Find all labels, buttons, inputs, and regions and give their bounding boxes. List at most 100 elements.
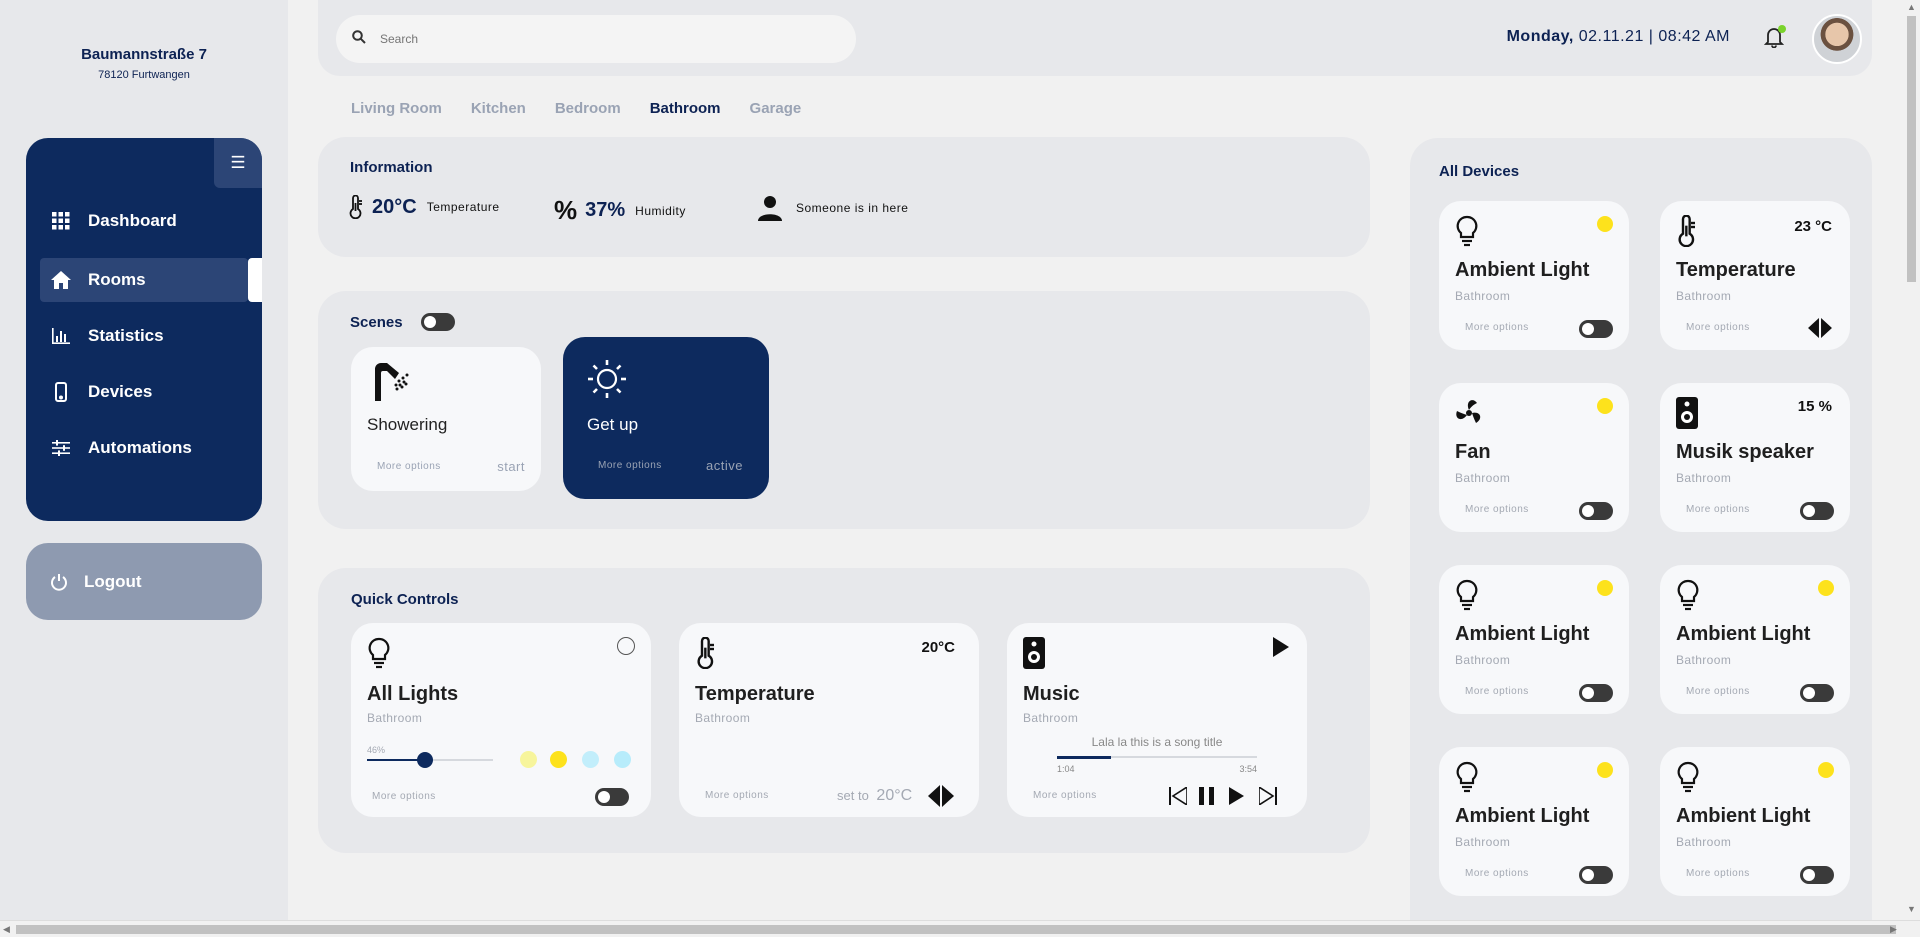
shower-icon xyxy=(375,363,409,401)
more-options-link[interactable]: More options xyxy=(1686,322,1750,333)
quick-control-music: Music Bathroom Lala la this is a song ti… xyxy=(1007,623,1307,817)
device-card-musik-speaker[interactable]: 15 % Musik speaker Bathroom More options xyxy=(1660,383,1850,532)
scene-card-get-up[interactable]: Get up More options active xyxy=(563,337,769,499)
arrow-left-icon[interactable] xyxy=(1808,318,1819,338)
device-toggle[interactable] xyxy=(1800,866,1834,884)
scene-card-showering[interactable]: Showering More options start xyxy=(351,347,541,491)
device-card-ambient-light[interactable]: Ambient Light Bathroom More options xyxy=(1439,565,1629,714)
device-room: Bathroom xyxy=(1676,289,1732,303)
device-toggle[interactable] xyxy=(1579,502,1613,520)
scroll-left-icon[interactable]: ◀ xyxy=(3,924,10,935)
more-options-link[interactable]: More options xyxy=(598,460,662,471)
device-card-temperature[interactable]: 23 °C Temperature Bathroom More options xyxy=(1660,201,1850,350)
thermometer-icon xyxy=(1678,215,1695,247)
all-devices-panel: All Devices Ambient Light Bathroom More … xyxy=(1410,138,1872,928)
device-title: Temperature xyxy=(1676,259,1796,281)
hamburger-icon[interactable]: ☰ xyxy=(214,138,262,188)
search-input[interactable] xyxy=(380,32,780,46)
tab-living-room[interactable]: Living Room xyxy=(351,100,442,117)
device-toggle[interactable] xyxy=(1579,684,1613,702)
vertical-scrollbar[interactable]: ▲ ▼ xyxy=(1903,0,1920,920)
more-options-link[interactable]: More options xyxy=(1033,790,1097,801)
color-swatch[interactable] xyxy=(614,751,631,768)
status-indicator xyxy=(1818,580,1834,596)
sidebar-item-label: Rooms xyxy=(88,270,146,289)
scroll-right-icon[interactable]: ▶ xyxy=(1890,924,1897,935)
play-small-icon[interactable] xyxy=(1229,787,1244,805)
device-card-ambient-light[interactable]: Ambient Light Bathroom More options xyxy=(1660,565,1850,714)
thermometer-icon xyxy=(697,637,714,669)
lights-toggle[interactable] xyxy=(595,788,629,806)
more-options-link[interactable]: More options xyxy=(705,790,769,801)
arrow-right-icon[interactable] xyxy=(942,785,954,807)
brightness-slider[interactable] xyxy=(367,752,493,768)
play-icon[interactable] xyxy=(1273,637,1289,657)
device-card-ambient-light[interactable]: Ambient Light Bathroom More options xyxy=(1660,747,1850,896)
avatar[interactable] xyxy=(1812,14,1862,64)
tab-kitchen[interactable]: Kitchen xyxy=(471,100,526,117)
bulb-icon xyxy=(1677,579,1699,611)
device-toggle[interactable] xyxy=(1800,684,1834,702)
sidebar-item-rooms[interactable]: Rooms xyxy=(40,258,262,302)
scroll-down-icon[interactable]: ▼ xyxy=(1907,904,1916,914)
scene-name: Showering xyxy=(367,415,448,434)
device-card-fan[interactable]: Fan Bathroom More options xyxy=(1439,383,1629,532)
tab-bedroom[interactable]: Bedroom xyxy=(555,100,621,117)
progress-bar[interactable] xyxy=(1057,756,1257,759)
more-options-link[interactable]: More options xyxy=(1686,868,1750,879)
set-to-value: 20°C xyxy=(876,787,913,804)
device-title: Ambient Light xyxy=(1455,259,1590,281)
device-card-ambient-light[interactable]: Ambient Light Bathroom More options xyxy=(1439,747,1629,896)
temperature-title: Temperature xyxy=(695,683,815,705)
more-options-link[interactable]: More options xyxy=(372,791,436,802)
device-card-ambient-light[interactable]: Ambient Light Bathroom More options xyxy=(1439,201,1629,350)
temperature-label: Temperature xyxy=(426,200,500,214)
more-options-link[interactable]: More options xyxy=(1686,686,1750,697)
color-swatch[interactable] xyxy=(582,751,599,768)
device-toggle[interactable] xyxy=(1800,502,1834,520)
scroll-up-icon[interactable]: ▲ xyxy=(1907,2,1916,12)
arrow-right-icon[interactable] xyxy=(1821,318,1832,338)
sidebar-item-statistics[interactable]: Statistics xyxy=(40,314,248,358)
sidebar-item-automations[interactable]: Automations xyxy=(40,426,248,470)
notification-button[interactable] xyxy=(1763,25,1786,53)
lights-radio[interactable] xyxy=(617,637,635,655)
bulb-icon xyxy=(1456,761,1478,793)
color-swatch[interactable] xyxy=(520,751,537,768)
more-options-link[interactable]: More options xyxy=(1465,322,1529,333)
humidity-value: 37% xyxy=(585,199,626,221)
tab-bathroom[interactable]: Bathroom xyxy=(650,100,721,117)
more-options-link[interactable]: More options xyxy=(1686,504,1750,515)
scene-start-button[interactable]: start xyxy=(497,459,525,474)
scene-name: Get up xyxy=(587,415,639,434)
sidebar-item-dashboard[interactable]: Dashboard xyxy=(40,199,248,243)
sidebar-item-devices[interactable]: Devices xyxy=(40,370,248,414)
vertical-scroll-thumb[interactable] xyxy=(1907,16,1916,282)
power-icon xyxy=(50,573,68,591)
skip-forward-icon[interactable] xyxy=(1259,787,1277,805)
brightness-handle[interactable] xyxy=(416,752,433,768)
search-bar[interactable] xyxy=(336,15,856,63)
skip-back-icon[interactable] xyxy=(1169,787,1187,805)
device-toggle[interactable] xyxy=(1579,320,1613,338)
logout-button[interactable]: Logout xyxy=(26,543,262,620)
bulb-icon xyxy=(1456,579,1478,611)
tab-garage[interactable]: Garage xyxy=(750,100,802,117)
sidebar-item-label: Automations xyxy=(88,438,192,457)
color-swatch[interactable] xyxy=(550,751,567,768)
sidebar-item-label: Devices xyxy=(88,382,153,401)
song-title: Lala la this is a song title xyxy=(1091,735,1223,749)
more-options-link[interactable]: More options xyxy=(1465,868,1529,879)
more-options-link[interactable]: More options xyxy=(377,461,441,472)
horizontal-scroll-thumb[interactable] xyxy=(16,925,1896,934)
more-options-link[interactable]: More options xyxy=(1465,504,1529,515)
scenes-header: Scenes xyxy=(350,313,455,331)
pause-icon[interactable] xyxy=(1199,787,1215,805)
arrow-left-icon[interactable] xyxy=(928,785,940,807)
horizontal-scrollbar[interactable]: ◀ ▶ xyxy=(0,920,1920,937)
more-options-link[interactable]: More options xyxy=(1465,686,1529,697)
scenes-toggle[interactable] xyxy=(420,313,455,331)
device-toggle[interactable] xyxy=(1579,866,1613,884)
humidity-info: % 37% Humidity xyxy=(554,195,686,226)
device-title: Fan xyxy=(1455,441,1491,463)
